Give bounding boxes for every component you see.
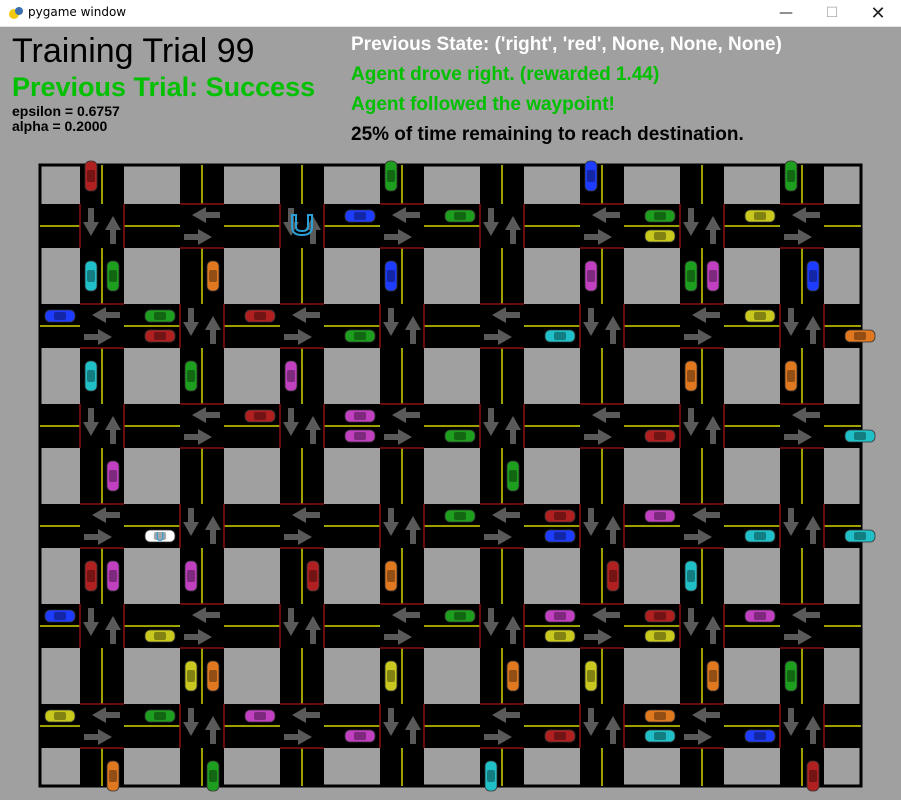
car [44, 709, 76, 723]
road-grid: U [38, 160, 876, 792]
car [844, 429, 876, 443]
car [44, 609, 76, 623]
pygame-window: pygame window — ☐ ✕ Training Trial 99 Pr… [0, 0, 901, 800]
car [606, 560, 620, 592]
car [344, 409, 376, 423]
car [806, 260, 820, 292]
car [144, 329, 176, 343]
car [506, 460, 520, 492]
car [106, 260, 120, 292]
car [84, 260, 98, 292]
car [644, 429, 676, 443]
car [706, 660, 720, 692]
car [106, 560, 120, 592]
car [184, 360, 198, 392]
car [684, 260, 698, 292]
car [384, 560, 398, 592]
car [184, 560, 198, 592]
car [384, 260, 398, 292]
car [644, 209, 676, 223]
car [484, 760, 498, 792]
car [244, 709, 276, 723]
board-frame [38, 163, 863, 788]
car [706, 260, 720, 292]
car [144, 629, 176, 643]
car [444, 509, 476, 523]
car [644, 729, 676, 743]
car [644, 229, 676, 243]
car [784, 360, 798, 392]
car [644, 709, 676, 723]
car [806, 760, 820, 792]
car [84, 560, 98, 592]
car [544, 609, 576, 623]
car [144, 309, 176, 323]
car [684, 360, 698, 392]
car [244, 309, 276, 323]
car [344, 729, 376, 743]
car [844, 329, 876, 343]
agent-logo-icon: U [156, 530, 165, 544]
car [206, 260, 220, 292]
car [106, 460, 120, 492]
car [444, 609, 476, 623]
car [644, 509, 676, 523]
car [744, 729, 776, 743]
car [584, 160, 598, 192]
car [244, 409, 276, 423]
car [144, 709, 176, 723]
car [384, 660, 398, 692]
car [744, 209, 776, 223]
car [544, 329, 576, 343]
car [844, 529, 876, 543]
car [84, 160, 98, 192]
car [506, 660, 520, 692]
car [184, 660, 198, 692]
car [544, 629, 576, 643]
car [444, 209, 476, 223]
car [784, 160, 798, 192]
car [344, 329, 376, 343]
car [306, 560, 320, 592]
car [544, 729, 576, 743]
car [744, 529, 776, 543]
car [744, 609, 776, 623]
car [344, 429, 376, 443]
car [206, 660, 220, 692]
car [544, 529, 576, 543]
car [584, 260, 598, 292]
car [384, 160, 398, 192]
car [284, 360, 298, 392]
car [644, 609, 676, 623]
car [584, 660, 598, 692]
car [644, 629, 676, 643]
car [684, 560, 698, 592]
car [84, 360, 98, 392]
car [784, 660, 798, 692]
car [444, 429, 476, 443]
car [206, 760, 220, 792]
car [744, 309, 776, 323]
car [344, 209, 376, 223]
car [106, 760, 120, 792]
car [544, 509, 576, 523]
car [44, 309, 76, 323]
